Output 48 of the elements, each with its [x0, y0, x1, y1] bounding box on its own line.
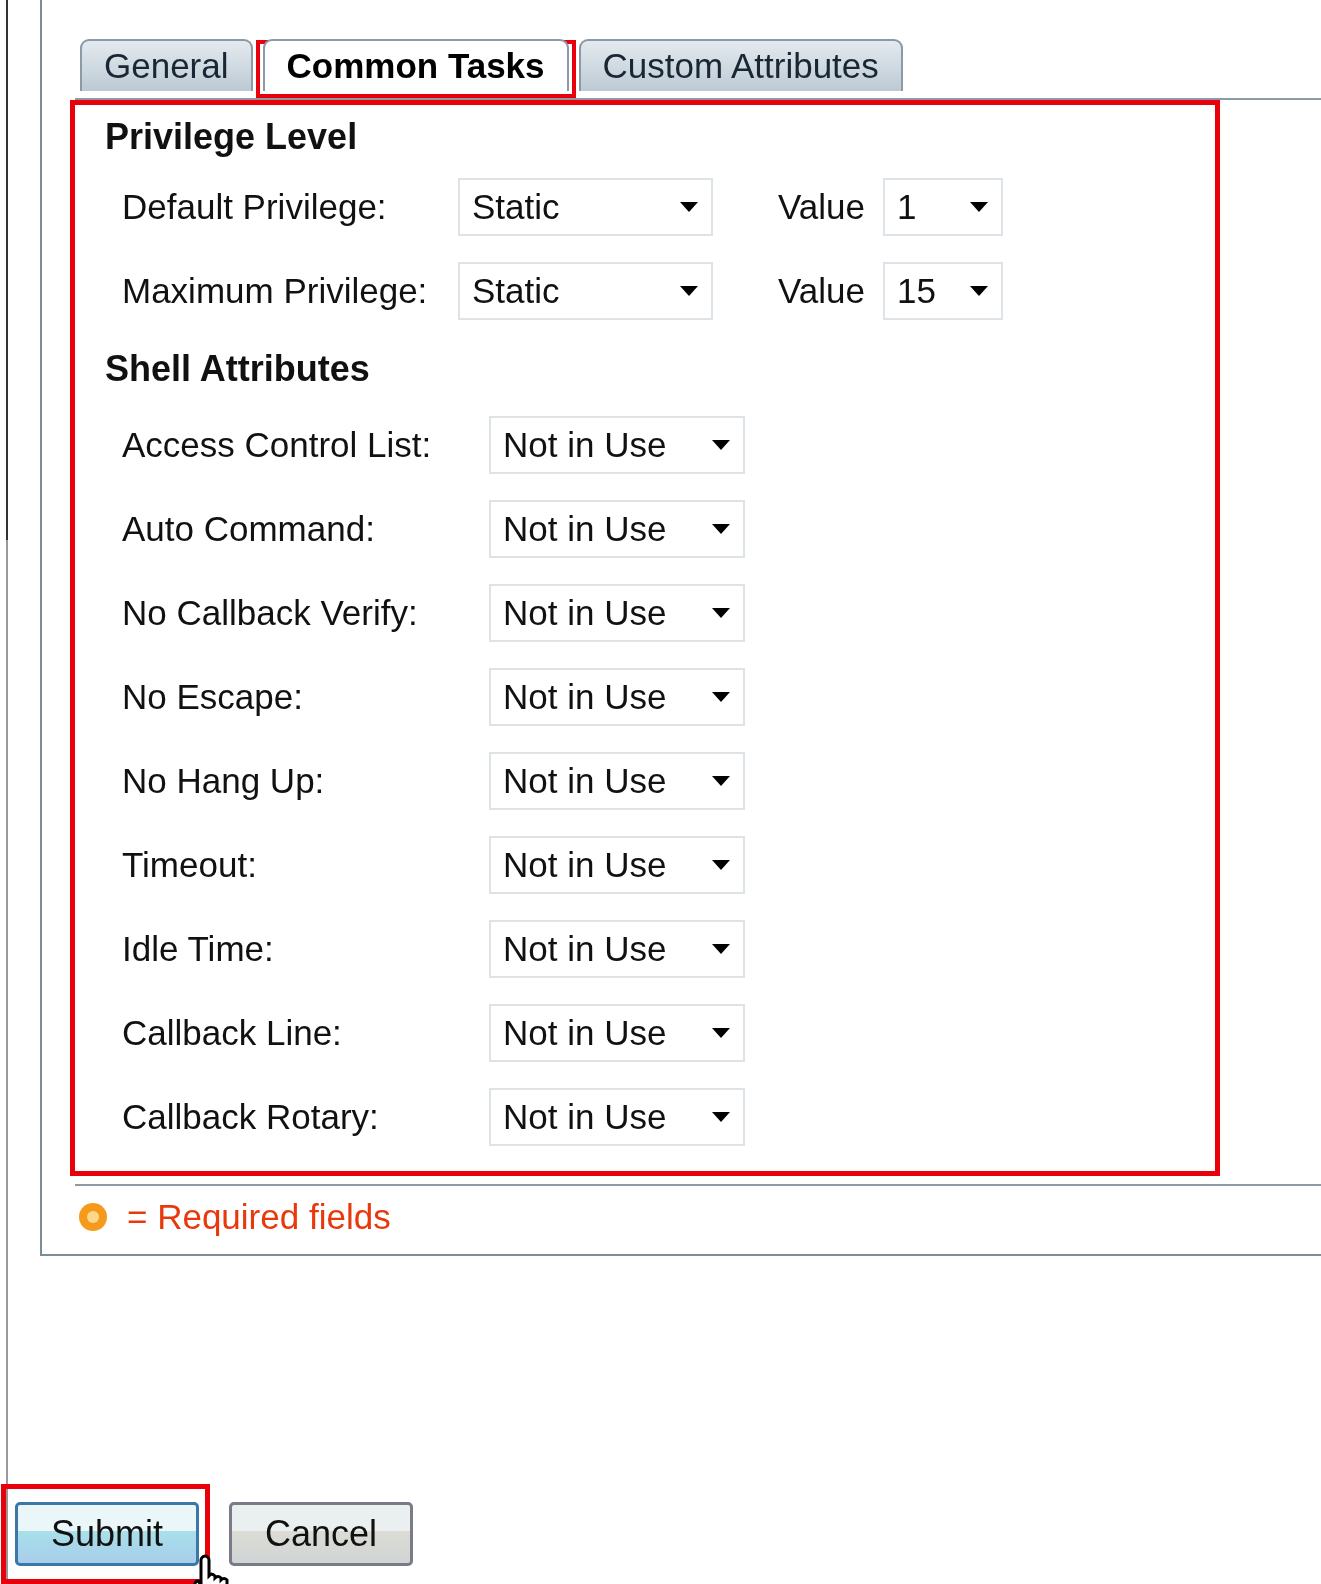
dropdown[interactable]: Not in Use: [489, 1088, 745, 1146]
dropdown-caret-icon: [711, 1111, 731, 1123]
cancel-button[interactable]: Cancel: [229, 1502, 413, 1566]
tab[interactable]: General: [80, 39, 253, 91]
dropdown-caret-icon: [711, 859, 731, 871]
field-label: Default Privilege:: [122, 187, 388, 227]
section-heading: Shell Attributes: [105, 347, 371, 391]
dropdown-caret-icon: [711, 439, 731, 451]
dropdown[interactable]: Not in Use: [489, 752, 745, 810]
dropdown[interactable]: Not in Use: [489, 1004, 745, 1062]
dropdown[interactable]: Static: [458, 178, 713, 236]
dropdown-caret-icon: [711, 691, 731, 703]
dropdown[interactable]: Not in Use: [489, 920, 745, 978]
dropdown[interactable]: Not in Use: [489, 416, 745, 474]
tab[interactable]: Custom Attributes: [578, 39, 903, 91]
dropdown-caret-icon: [711, 607, 731, 619]
submit-button[interactable]: Submit: [15, 1502, 199, 1566]
dropdown[interactable]: Static: [458, 262, 713, 320]
field-label: Value: [778, 271, 866, 311]
dropdown[interactable]: Not in Use: [489, 584, 745, 642]
dropdown-caret-icon: [711, 523, 731, 535]
dropdown-caret-icon: [711, 775, 731, 787]
field-label: Maximum Privilege:: [122, 271, 429, 311]
section-heading: Privilege Level: [105, 115, 359, 159]
required-fields-note: = Required fields: [127, 1197, 391, 1237]
field-label: Idle Time:: [122, 929, 275, 969]
field-label: Access Control List:: [122, 425, 433, 465]
dropdown-caret-icon: [679, 285, 699, 297]
dropdown[interactable]: Not in Use: [489, 836, 745, 894]
field-label: Auto Command:: [122, 509, 376, 549]
field-label: Value: [778, 187, 866, 227]
dropdown-caret-icon: [711, 943, 731, 955]
dropdown-caret-icon: [969, 201, 989, 213]
dropdown-caret-icon: [711, 1027, 731, 1039]
dropdown[interactable]: 1: [883, 178, 1003, 236]
field-label: Callback Line:: [122, 1013, 343, 1053]
dropdown[interactable]: Not in Use: [489, 500, 745, 558]
dropdown-caret-icon: [679, 201, 699, 213]
dropdown[interactable]: Not in Use: [489, 668, 745, 726]
field-label: No Callback Verify:: [122, 593, 419, 633]
required-icon: [77, 1201, 109, 1233]
field-label: No Escape:: [122, 677, 304, 717]
dropdown[interactable]: 15: [883, 262, 1003, 320]
field-label: Timeout:: [122, 845, 258, 885]
field-label: Callback Rotary:: [122, 1097, 380, 1137]
field-label: No Hang Up:: [122, 761, 326, 801]
tab[interactable]: Common Tasks: [262, 39, 569, 91]
dropdown-caret-icon: [969, 285, 989, 297]
